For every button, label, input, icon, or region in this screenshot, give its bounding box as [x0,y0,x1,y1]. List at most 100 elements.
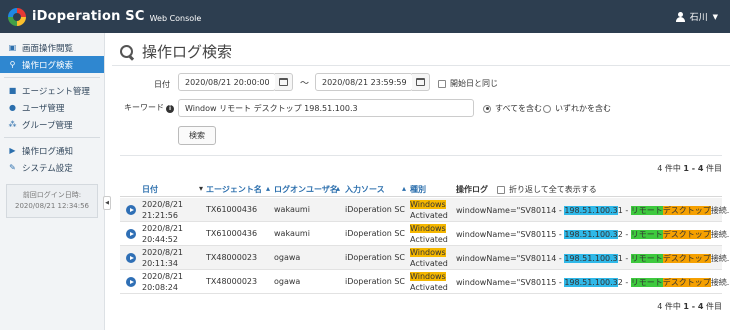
user-menu[interactable]: 石川 ▼ [675,10,718,23]
wrap-all-checkbox[interactable] [497,185,505,194]
result-count-suffix: 件目 [703,302,722,311]
log-text: 接続... [710,254,730,263]
same-day-label: 開始日と同じ [450,79,498,88]
sidebar-item-users[interactable]: ● ユーザ管理 [0,99,104,116]
log-desktop-highlight: デスクトップ [662,230,711,239]
cell-agent: TX61000436 [206,205,258,214]
cell-agent: TX48000023 [206,277,258,286]
cell-log: windowName="SV80115 - 198.51.100.32 - リモ… [456,229,730,240]
cell-date-time: 21:21:56 [142,211,178,220]
keyword-input[interactable]: Window リモート デスクトップ 198.51.100.3 [178,99,474,117]
log-text: 2 - [617,230,631,239]
log-ip-highlight: 198.51.100.3 [564,278,618,287]
date-label: 日付 [154,80,170,89]
log-text: windowName="SV80115 - [456,278,565,287]
divider [120,155,722,156]
match-any-radio[interactable] [543,104,551,113]
log-ip-highlight: 198.51.100.3 [564,206,618,215]
sidebar-item-agents[interactable]: ■ エージェント管理 [0,82,104,99]
sort-icon: ▾ [199,184,204,193]
column-header-date[interactable]: 日付 [142,184,158,195]
result-count-bottom: 4 件中 1 - 4 件目 [657,301,722,312]
cell-type-line1: Windows [410,248,446,257]
sidebar-item-label: 操作ログ検索 [22,60,74,71]
wrap-all-label: 折り返して全て表示する [509,185,597,194]
cell-type: Windows Activated [410,271,448,293]
cell-type-line2: Activated [410,235,448,244]
cell-type-line2: Activated [410,283,448,292]
cell-input-source: iDoperation SC [345,229,405,238]
sidebar-item-label: エージェント管理 [22,86,90,97]
cell-input-source: iDoperation SC [345,205,405,214]
column-header-agent[interactable]: エージェント名 [206,184,262,195]
calendar-icon [279,78,288,86]
cell-agent: TX48000023 [206,253,258,262]
sidebar-item-groups[interactable]: ⁂ グループ管理 [0,116,104,133]
play-icon[interactable] [126,205,136,215]
sidebar-item-label: システム設定 [22,163,73,174]
log-text: 接続... [710,230,730,239]
sidebar-item-log-search[interactable]: ⚲ 操作ログ検索 [0,56,104,73]
play-icon[interactable] [126,277,136,287]
info-icon[interactable]: i [166,104,174,113]
cell-date: 2020/8/21 20:08:24 [142,271,183,293]
result-count-prefix: 4 件中 [657,302,684,311]
table-row[interactable]: 2020/8/21 20:11:34 TX48000023 ogawa iDope… [120,246,730,270]
cell-date-day: 2020/8/21 [142,248,184,257]
wrap-all-option[interactable]: 折り返して全て表示する [497,184,597,195]
date-to-field[interactable]: 2020/08/21 23:59:59 [315,73,413,91]
sidebar-item-label: グループ管理 [22,120,73,131]
sidebar-item-system-settings[interactable]: ✎ システム設定 [0,159,104,176]
column-header-log: 操作ログ [456,185,488,194]
camera-icon: ■ [8,86,17,95]
result-count-top: 4 件中 1 - 4 件目 [657,163,722,174]
column-header-logon-user[interactable]: ログオンユーザ名 [274,184,338,195]
users-icon: ⁂ [8,120,17,129]
log-text: windowName="SV80114 - [456,206,565,215]
cell-log: windowName="SV80115 - 198.51.100.32 - リモ… [456,277,730,288]
cell-type-line1: Windows [410,200,446,209]
match-any-option[interactable]: いずれかを含む [543,103,611,114]
date-from-calendar-button[interactable] [275,73,293,91]
log-text: 接続... [710,278,730,287]
table-header: 日付 ▾ エージェント名 ▴ ログオンユーザ名 ▴ 入力ソース ▴ 種別 操作ロ… [120,181,722,197]
same-day-checkbox[interactable] [438,79,446,88]
cell-log: windowName="SV80114 - 198.51.100.31 - リモ… [456,253,730,264]
table-row[interactable]: 2020/8/21 21:21:56 TX61000436 wakaumi iDo… [120,198,730,222]
cell-input-source: iDoperation SC [345,253,405,262]
sidebar-collapse-button[interactable]: ◀ [103,196,111,210]
column-header-input-source[interactable]: 入力ソース [345,184,385,195]
cell-type: Windows Activated [410,247,448,269]
date-from-field[interactable]: 2020/08/21 20:00:00 [178,73,276,91]
play-icon[interactable] [126,253,136,263]
cell-type-line1: Windows [410,272,446,281]
search-button[interactable]: 検索 [178,126,216,145]
play-icon[interactable] [126,229,136,239]
app-name: iDoperation SC [32,9,145,24]
date-to-calendar-button[interactable] [412,73,430,91]
sidebar-divider [4,77,100,78]
sidebar-item-screen-view[interactable]: ▣ 画面操作閲覧 [0,39,104,56]
result-count-range: 1 - 4 [683,164,704,173]
sidebar-item-log-notify[interactable]: ▶ 操作ログ通知 [0,142,104,159]
cell-date-time: 20:44:52 [142,235,178,244]
match-all-option[interactable]: すべてを含む [483,103,542,114]
cell-date-day: 2020/8/21 [142,224,184,233]
table-row[interactable]: 2020/8/21 20:08:24 TX48000023 ogawa iDope… [120,270,730,294]
log-remote-highlight: リモート [630,254,663,263]
cell-agent: TX61000436 [206,229,258,238]
match-all-radio[interactable] [483,104,491,113]
log-desktop-highlight: デスクトップ [662,206,711,215]
notify-icon: ▶ [9,146,16,155]
cell-logon-user: wakaumi [274,205,310,214]
log-desktop-highlight: デスクトップ [662,278,711,287]
column-header-type[interactable]: 種別 [410,184,426,195]
keyword-label: キーワード [124,103,164,112]
same-day-option[interactable]: 開始日と同じ [438,78,498,89]
wrench-icon: ✎ [9,163,16,172]
table-row[interactable]: 2020/8/21 20:44:52 TX61000436 wakaumi iDo… [120,222,730,246]
match-any-label: いずれかを含む [555,104,611,113]
log-text: 1 - [617,206,631,215]
cell-date-day: 2020/8/21 [142,200,184,209]
log-text: windowName="SV80115 - [456,230,565,239]
